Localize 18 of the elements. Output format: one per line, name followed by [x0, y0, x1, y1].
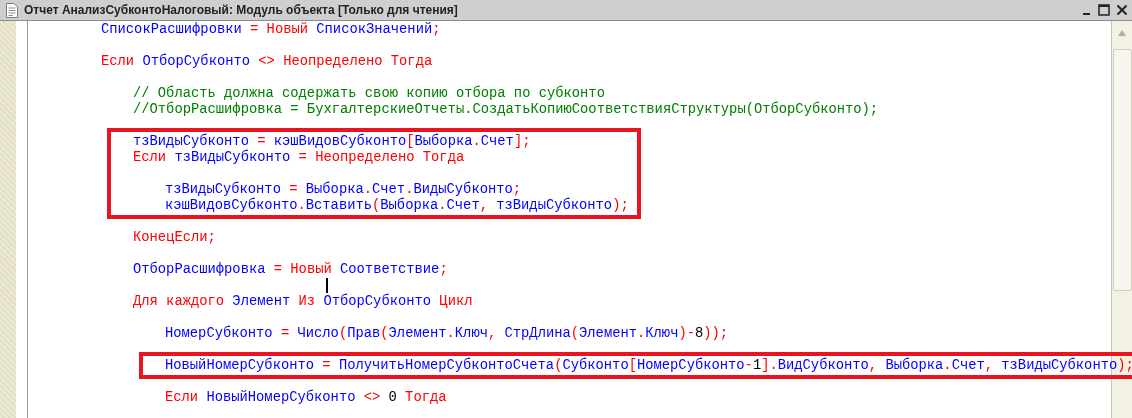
close-icon[interactable] — [1116, 4, 1128, 16]
maximize-icon[interactable] — [1098, 4, 1110, 16]
code-line: СписокРасшифровки = Новый СписокЗначений; — [101, 22, 441, 38]
code-line: Если ОтборСубконто <> Неопределено Тогда — [101, 54, 433, 70]
code-line: Для каждого Элемент Из ОтборСубконто Цикл — [133, 294, 473, 310]
window-title: Отчет АнализСубконтоНалоговый: Модуль объекта [Только для чтения] — [24, 3, 458, 17]
highlighted-code-line: тзВидыСубконто = Выборка.Счет.ВидыСубконто; — [107, 166, 641, 198]
code-line: КонецЕсли; — [133, 230, 216, 246]
code-line: Если НовыйНомерСубконто <> 0 Тогда — [165, 390, 447, 406]
highlighted-code-line: кэшВидовСубконто.Вставить(Выборка.Счет, тзВидыСубконто); — [107, 198, 641, 219]
highlighted-code-line: тзВидыСубконто = кэшВидовСубконто[Выборка.Счет]; — [107, 128, 641, 150]
highlighted-code-line: Если тзВидыСубконто = Неопределено Тогда — [107, 150, 641, 166]
code-line: //ОтборРасшифровка = БухгалтерскиеОтчеты.СоздатьКопиюСоответствияСтруктуры(ОтборСубконто); — [133, 102, 879, 118]
code-line: // Область должна содержать свою копию отбора по субконто — [133, 86, 605, 101]
scrollbar-thumb[interactable] — [1112, 49, 1132, 291]
code-line: НомерСубконто = Число(Прав(Элемент.Ключ, СтрДлина(Элемент.Ключ)-8)); — [165, 326, 729, 342]
code-line: ОтборРасшифровка = Новый Соответствие; — [133, 262, 448, 278]
text-cursor — [326, 278, 328, 293]
